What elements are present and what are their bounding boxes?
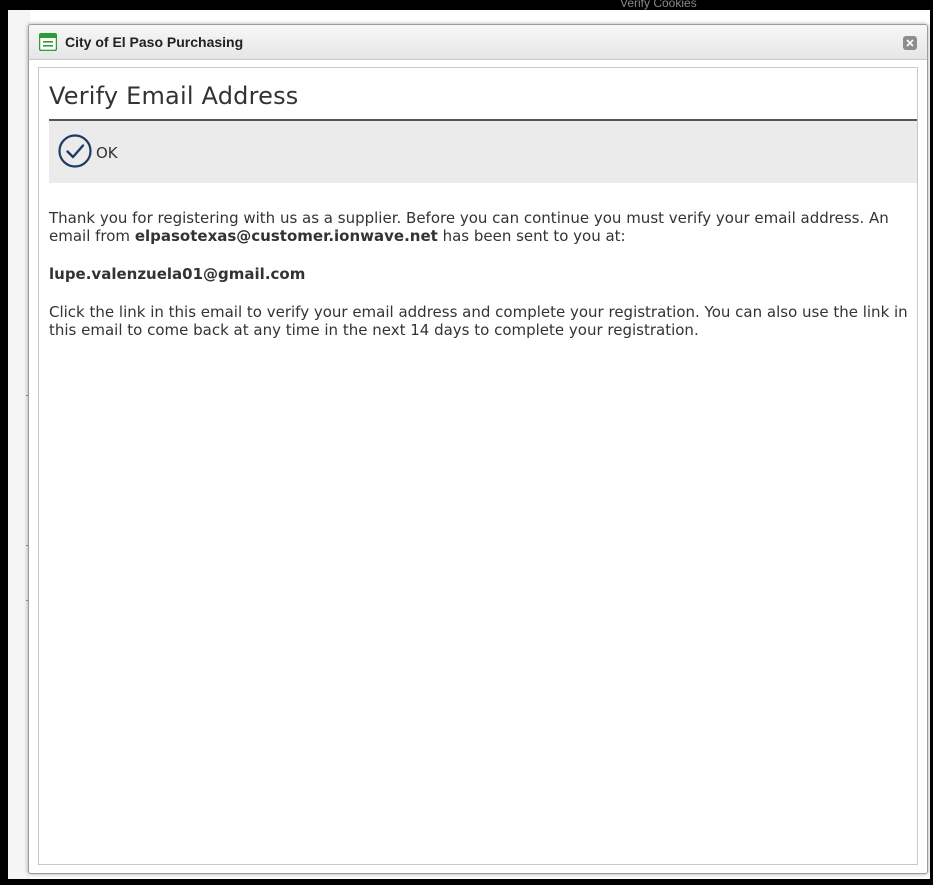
screen: Verify Cookies City of El Paso Purchasin… [0, 0, 933, 885]
ok-button-label: OK [96, 144, 118, 162]
message-text-part-2: has been sent to you at: [437, 227, 626, 245]
message-paragraph-2: Click the link in this email to verify y… [49, 303, 908, 339]
dialog-title: City of El Paso Purchasing [65, 34, 244, 50]
ok-button[interactable]: OK [57, 133, 118, 173]
screen-edge-top [0, 0, 933, 10]
close-icon[interactable] [903, 36, 917, 50]
page-title: Verify Email Address [49, 82, 299, 110]
check-circle-icon [57, 133, 93, 173]
background-page-text: Verify Cookies [620, 0, 697, 10]
action-toolbar: OK [49, 121, 917, 183]
form-window-icon [38, 32, 58, 52]
screen-edge-left [0, 0, 8, 885]
dialog-content: Verify Email Address OK Thank you for re… [38, 67, 918, 865]
dialog-titlebar[interactable]: City of El Paso Purchasing [29, 25, 927, 60]
message-body: Thank you for registering with us as a s… [49, 209, 913, 339]
background-page [8, 10, 30, 879]
dialog-window: City of El Paso Purchasing Verify Email … [28, 24, 928, 874]
sender-email: elpasotexas@customer.ionwave.net [134, 227, 438, 245]
screen-edge-bottom [0, 879, 933, 885]
recipient-email: lupe.valenzuela01@gmail.com [49, 265, 306, 283]
message-paragraph-1: Thank you for registering with us as a s… [49, 209, 913, 245]
